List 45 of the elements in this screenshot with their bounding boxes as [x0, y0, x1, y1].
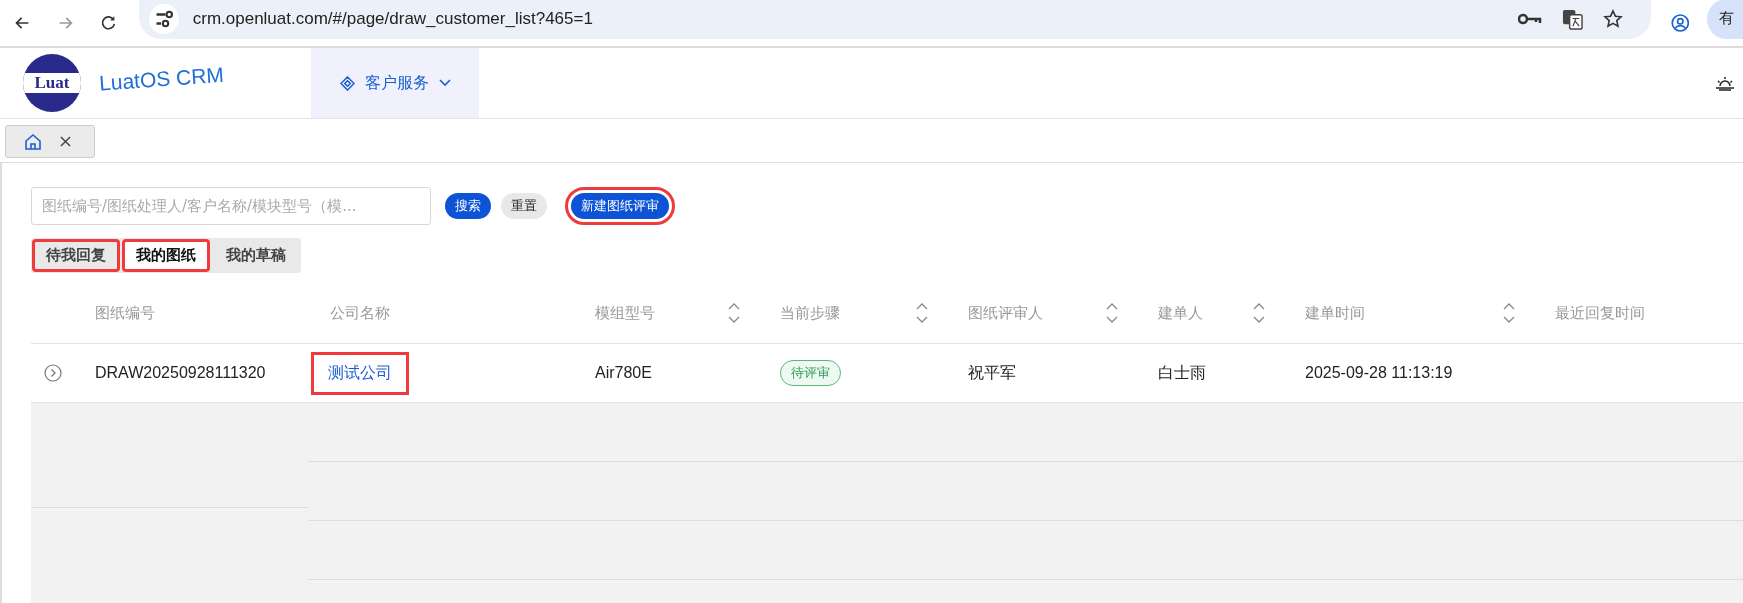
column-header: 建单人 — [1158, 303, 1203, 323]
action-button[interactable]: 重置 — [501, 193, 547, 219]
company-link[interactable]: 测试公司 — [314, 354, 406, 392]
star-icon[interactable] — [1602, 9, 1623, 29]
table-cell: Air780E — [595, 364, 652, 382]
address-bar[interactable]: crm.openluat.com/#/page/draw_customer_list?465=1 — [138, 0, 1651, 39]
url-text: crm.openluat.com/#/page/draw_customer_list?465=1 — [192, 9, 593, 29]
column-header: 图纸评审人 — [968, 303, 1043, 323]
close-icon[interactable] — [60, 136, 71, 147]
chevron-down-icon — [438, 79, 451, 87]
status-tag: 待评审 — [780, 360, 841, 386]
sort-icon[interactable] — [916, 303, 928, 323]
sunrise-icon[interactable] — [1715, 75, 1735, 91]
home-tab[interactable] — [5, 125, 95, 158]
translate-icon[interactable] — [1561, 8, 1583, 30]
column-header: 公司名称 — [330, 303, 390, 323]
profile-button[interactable]: 有 — [1707, 0, 1743, 39]
profile-icon[interactable] — [1670, 12, 1690, 34]
column-header: 建单时间 — [1305, 303, 1365, 323]
column-header: 模组型号 — [595, 303, 655, 323]
segment-tab[interactable]: 我的图纸 — [124, 241, 208, 270]
sort-icon[interactable] — [728, 303, 740, 323]
column-header: 最近回复时间 — [1555, 303, 1645, 323]
menu-item[interactable]: 客户服务 — [311, 48, 479, 118]
column-header: 图纸编号 — [95, 303, 155, 323]
table-cell: DRAW20250928111320 — [95, 364, 266, 382]
sort-icon[interactable] — [1106, 303, 1118, 323]
column-header: 当前步骤 — [780, 303, 840, 323]
reload-icon[interactable] — [99, 13, 117, 33]
key-icon[interactable] — [1517, 12, 1542, 26]
segment-tab[interactable]: 待我回复 — [34, 241, 118, 270]
segment-tab[interactable]: 我的草稿 — [214, 241, 298, 270]
sort-icon[interactable] — [1503, 303, 1515, 323]
diamond-icon — [339, 75, 355, 91]
home-icon — [24, 132, 42, 151]
table-cell-text: 祝平军 — [968, 362, 1016, 383]
search-field[interactable]: 图纸编号/图纸处理人/客户名称/模块型号（模... — [31, 187, 431, 225]
expand-icon[interactable] — [44, 364, 62, 382]
table-cell: 2025-09-28 11:13:19 — [1305, 364, 1453, 382]
table-cell-text: 白士雨 — [1158, 362, 1206, 383]
action-button[interactable]: 搜索 — [445, 193, 491, 219]
brand-name: LuatOS CRM — [98, 62, 226, 96]
sort-icon[interactable] — [1253, 303, 1265, 323]
logo-badge: Luat — [23, 54, 81, 112]
site-settings-icon[interactable] — [148, 4, 179, 34]
